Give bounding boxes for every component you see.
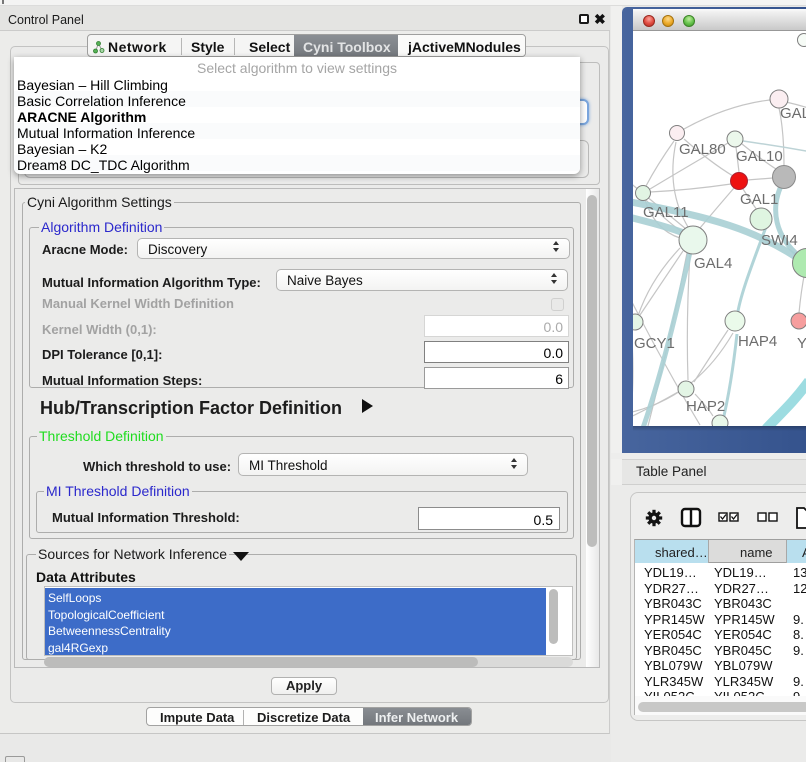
svg-text:HAP4: HAP4 — [738, 333, 777, 350]
svg-text:GAL4: GAL4 — [694, 255, 732, 272]
svg-text:HAP2: HAP2 — [686, 398, 725, 415]
svg-text:YEL: YEL — [797, 335, 806, 352]
svg-text:GAL80: GAL80 — [679, 141, 726, 158]
svg-text:GAL1: GAL1 — [740, 191, 778, 208]
svg-text:GCY1: GCY1 — [634, 335, 675, 352]
svg-text:GAL2: GAL2 — [780, 105, 806, 122]
svg-text:SWI4: SWI4 — [761, 232, 798, 249]
svg-text:GAL11: GAL11 — [643, 204, 689, 221]
svg-text:GAL10: GAL10 — [736, 148, 783, 165]
